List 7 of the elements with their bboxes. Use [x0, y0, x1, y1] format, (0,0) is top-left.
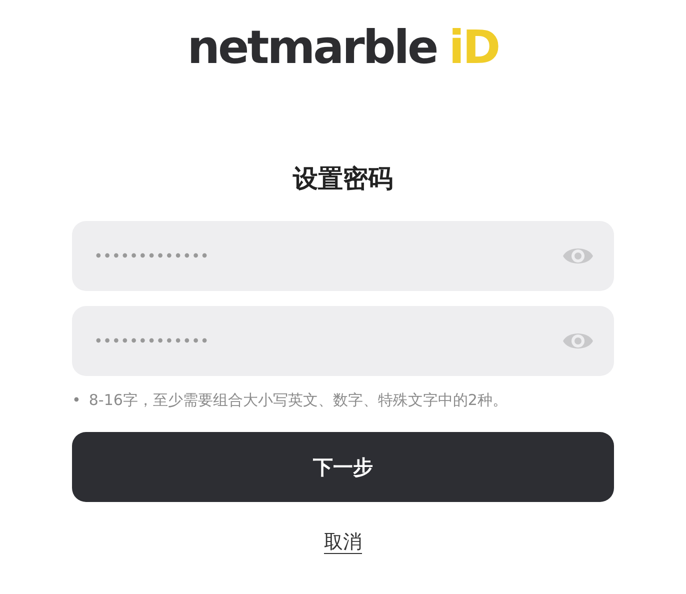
logo-text: netmarble: [187, 20, 437, 74]
page-title: 设置密码: [292, 164, 394, 194]
password-hint: 8-16字，至少需要组合大小写英文、数字、特殊文字中的2种。: [88, 390, 508, 411]
bullet-mark: •: [72, 390, 81, 411]
next-button[interactable]: 下一步: [72, 432, 614, 502]
logo-suffix: iD: [448, 20, 499, 74]
cancel-link[interactable]: 取消: [324, 528, 362, 556]
